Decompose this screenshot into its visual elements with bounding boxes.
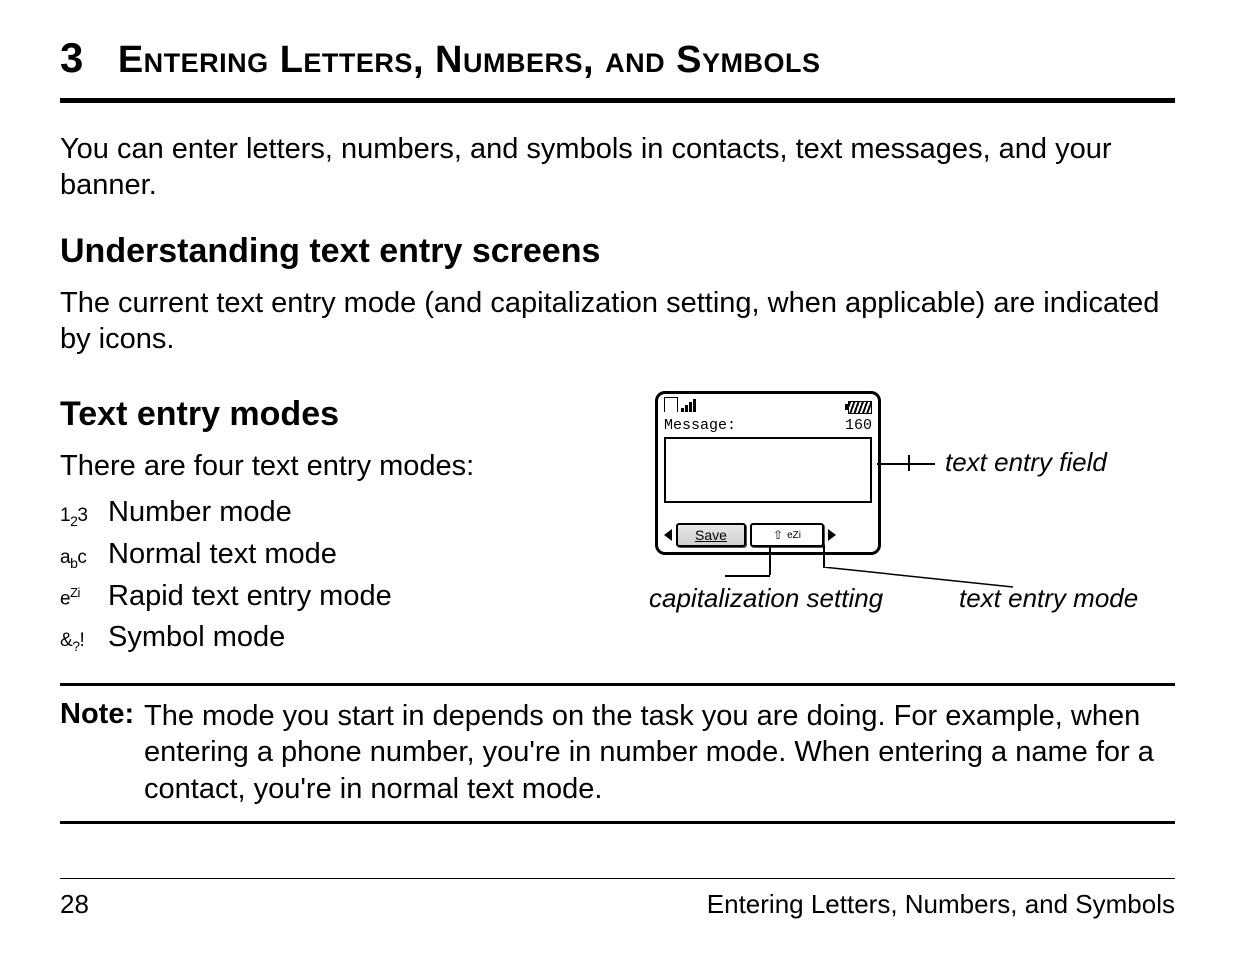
list-item: &?! Symbol mode [60,619,615,657]
left-arrow-icon [664,529,672,541]
section1-body: The current text entry mode (and capital… [60,285,1175,358]
chapter-heading: 3 Entering Letters, Numbers, and Symbols [60,34,1175,103]
right-arrow-icon [828,529,836,541]
number-mode-icon: 123 [60,505,108,529]
ezi-icon: eZi [787,530,801,541]
phone-screen: Message: 160 Save ⇧ eZi [655,391,881,555]
mode-label: Symbol mode [108,619,285,657]
section-heading-modes: Text entry modes [60,395,615,434]
signal-icon [664,397,705,417]
running-title: Entering Letters, Numbers, and Symbols [707,889,1175,920]
callout-capitalization: capitalization setting [649,583,883,614]
battery-icon [848,401,872,414]
modes-intro: There are four text entry modes: [60,448,615,484]
list-item: abc Normal text mode [60,536,615,574]
char-count: 160 [845,417,872,434]
note-label: Note: [60,698,144,807]
text-entry-field [664,437,872,503]
callout-text-entry-mode: text entry mode [959,583,1138,614]
note-text: The mode you start in depends on the tas… [144,698,1175,807]
mode-list: 123 Number mode abc Normal text mode eZi… [60,494,615,657]
intro-paragraph: You can enter letters, numbers, and symb… [60,131,1175,204]
save-softkey: Save [676,523,746,547]
chapter-number: 3 [60,34,83,82]
normal-text-mode-icon: abc [60,547,108,571]
list-item: 123 Number mode [60,494,615,532]
shift-icon: ⇧ [773,528,783,542]
section-heading-understanding: Understanding text entry screens [60,232,1175,271]
list-item: eZi Rapid text entry mode [60,578,615,616]
mode-label: Rapid text entry mode [108,578,392,616]
callout-text-entry-field: text entry field [945,447,1107,478]
symbol-mode-icon: &?! [60,630,108,654]
note-block: Note: The mode you start in depends on t… [60,683,1175,824]
page-number: 28 [60,889,89,920]
chapter-title: Entering Letters, Numbers, and Symbols [118,39,821,82]
phone-illustration: Message: 160 Save ⇧ eZi text entry field [655,385,1175,555]
mode-label: Number mode [108,494,292,532]
rapid-text-mode-icon: eZi [60,585,108,610]
mode-label: Normal text mode [108,536,337,574]
save-softkey-label: Save [695,527,727,543]
page-footer: 28 Entering Letters, Numbers, and Symbol… [60,878,1175,920]
message-label: Message: [664,417,736,434]
mode-softkey: ⇧ eZi [750,523,824,547]
